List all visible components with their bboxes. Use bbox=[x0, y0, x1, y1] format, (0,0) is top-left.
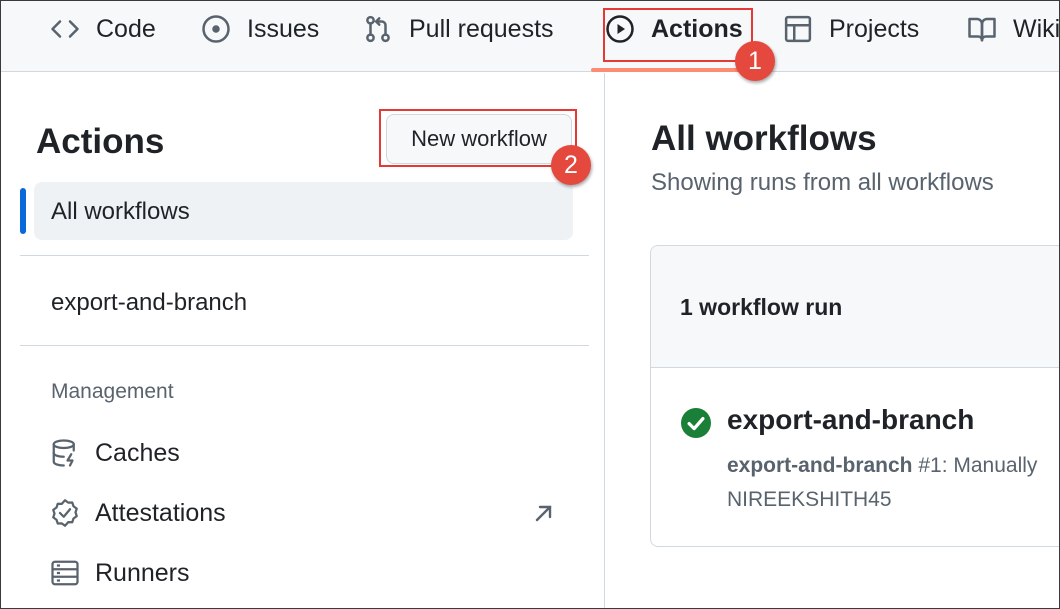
page-title: All workflows bbox=[651, 119, 877, 158]
tab-wiki-label: Wiki bbox=[1013, 14, 1060, 43]
sidebar-item-runners-label: Runners bbox=[95, 558, 190, 587]
sidebar-divider bbox=[20, 255, 589, 256]
check-circle-icon bbox=[681, 408, 711, 438]
workflow-run-workflow-name: export-and-branch bbox=[727, 454, 913, 477]
tab-code[interactable]: Code bbox=[50, 1, 156, 57]
highlight-box-new-workflow bbox=[379, 109, 577, 167]
sidebar-item-workflow[interactable]: export-and-branch bbox=[51, 289, 247, 317]
code-icon bbox=[51, 20, 79, 38]
workflow-run-meta: export-and-branch #1: Manually bbox=[727, 454, 1037, 478]
repo-nav: Code Issues Pull requests Actions Projec… bbox=[1, 1, 1060, 72]
tab-pull-requests[interactable]: Pull requests bbox=[363, 1, 554, 57]
page-subtitle: Showing runs from all workflows bbox=[651, 169, 994, 196]
tab-pull-requests-label: Pull requests bbox=[409, 14, 554, 43]
sidebar-item-caches[interactable]: Caches bbox=[50, 437, 180, 469]
step-badge-1: 1 bbox=[735, 41, 775, 81]
sidebar-item-all-workflows-label: All workflows bbox=[51, 198, 190, 225]
table-icon bbox=[784, 15, 812, 43]
sidebar-item-all-workflows[interactable]: All workflows bbox=[34, 182, 573, 240]
sidebar-divider bbox=[20, 345, 589, 346]
arrow-up-right-icon bbox=[535, 505, 552, 522]
workflow-run-count: 1 workflow run bbox=[680, 294, 843, 320]
tab-projects[interactable]: Projects bbox=[783, 1, 919, 57]
tab-code-label: Code bbox=[96, 14, 156, 43]
workflow-run-actor: NIREEKSHITH45 bbox=[727, 488, 892, 511]
tab-issues[interactable]: Issues bbox=[201, 1, 319, 57]
server-icon bbox=[51, 560, 79, 586]
management-heading: Management bbox=[51, 380, 174, 403]
sidebar-item-attestations-label: Attestations bbox=[95, 498, 226, 527]
workflow-runs-header: 1 workflow run bbox=[651, 246, 1059, 368]
git-pull-request-icon bbox=[366, 15, 390, 43]
workflow-run-title[interactable]: export-and-branch bbox=[727, 404, 974, 436]
screenshot-frame: Code Issues Pull requests Actions Projec… bbox=[0, 0, 1060, 609]
tab-wiki[interactable]: Wiki bbox=[967, 1, 1060, 57]
tab-issues-label: Issues bbox=[247, 14, 320, 43]
tab-projects-label: Projects bbox=[829, 14, 920, 43]
verified-icon bbox=[52, 499, 78, 527]
workflow-run-detail: #1: Manually bbox=[918, 454, 1038, 477]
sidebar-title: Actions bbox=[36, 122, 165, 161]
issue-opened-icon bbox=[202, 15, 230, 43]
sidebar-item-caches-label: Caches bbox=[95, 438, 180, 467]
book-icon bbox=[968, 17, 996, 42]
sidebar-item-attestations[interactable]: Attestations bbox=[50, 497, 226, 529]
active-nav-indicator bbox=[20, 188, 26, 234]
sidebar-item-runners[interactable]: Runners bbox=[50, 557, 190, 589]
database-icon bbox=[52, 439, 75, 467]
highlight-box-actions bbox=[603, 8, 753, 62]
workflow-runs-panel: 1 workflow run export-and-branch export-… bbox=[650, 245, 1059, 547]
step-badge-2: 2 bbox=[551, 145, 591, 185]
